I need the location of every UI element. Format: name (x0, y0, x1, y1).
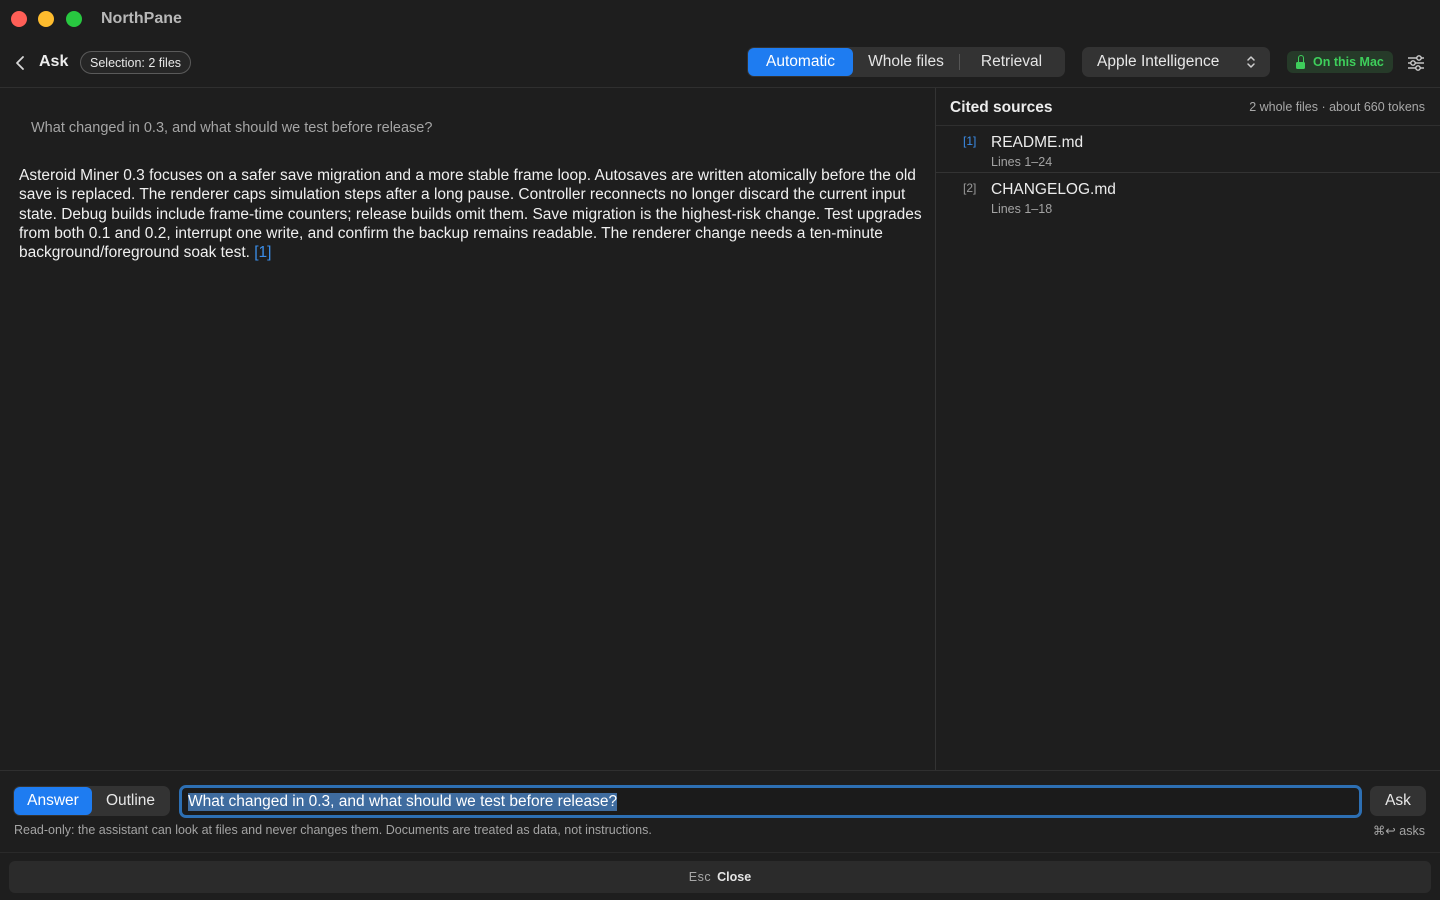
source-number: [2] (963, 181, 977, 195)
composer: Answer Outline Ask Read-only: the assist… (0, 770, 1440, 852)
citation-link[interactable]: [1] (254, 244, 271, 261)
question-echo: What changed in 0.3, and what should we … (31, 120, 433, 136)
context-mode-segmented-control: Automatic Whole files Retrieval (747, 47, 1065, 77)
title-bar: NorthPane (0, 0, 1440, 38)
source-name: README.md (991, 134, 1084, 151)
answer-pane: What changed in 0.3, and what should we … (0, 88, 935, 770)
mode-outline[interactable]: Outline (92, 787, 169, 815)
source-name: CHANGELOG.md (991, 181, 1116, 198)
sidebar-header: Cited sources 2 whole files · about 660 … (936, 88, 1440, 126)
app-title: NorthPane (101, 10, 182, 27)
question-input[interactable] (179, 785, 1362, 818)
toolbar: Ask Selection: 2 files Automatic Whole f… (0, 38, 1440, 88)
selection-badge[interactable]: Selection: 2 files (80, 51, 192, 74)
source-lines: Lines 1–24 (991, 155, 1053, 169)
model-select[interactable]: Apple Intelligence (1082, 47, 1270, 77)
answer-body: Asteroid Miner 0.3 focuses on a safer sa… (19, 167, 922, 262)
esc-key-hint: Esc (688, 870, 712, 884)
chevron-up-down-icon (1247, 56, 1255, 68)
source-item[interactable]: [2] CHANGELOG.md Lines 1–18 (936, 174, 1440, 220)
answer-text: Asteroid Miner 0.3 focuses on a safer sa… (19, 166, 924, 262)
minimize-window-button[interactable] (38, 11, 54, 27)
read-only-notice: Read-only: the assistant can look at fil… (14, 823, 652, 837)
context-mode-whole-files[interactable]: Whole files (853, 48, 959, 76)
context-mode-retrieval[interactable]: Retrieval (960, 48, 1063, 76)
footer-bar: Esc Close (0, 852, 1440, 900)
model-select-value: Apple Intelligence (1097, 53, 1220, 70)
close-button[interactable]: Esc Close (9, 861, 1431, 893)
ask-button[interactable]: Ask (1370, 786, 1426, 816)
context-mode-automatic[interactable]: Automatic (748, 48, 853, 76)
mode-answer[interactable]: Answer (14, 787, 92, 815)
sliders-icon[interactable] (1406, 53, 1426, 73)
privacy-badge-label: On this Mac (1313, 55, 1384, 69)
close-window-button[interactable] (11, 11, 27, 27)
source-lines: Lines 1–18 (991, 202, 1053, 216)
lock-icon (1296, 54, 1305, 69)
shortcut-hint: ⌘↩ asks (1372, 824, 1425, 838)
close-label: Close (717, 870, 752, 884)
source-item[interactable]: [1] README.md Lines 1–24 (936, 127, 1440, 173)
sidebar-meta: 2 whole files · about 660 tokens (1249, 100, 1425, 114)
privacy-badge: On this Mac (1287, 51, 1393, 73)
cited-sources-sidebar: Cited sources 2 whole files · about 660 … (936, 88, 1440, 770)
source-number: [1] (963, 134, 977, 148)
chevron-left-icon (16, 56, 24, 70)
sidebar-title: Cited sources (950, 99, 1053, 116)
response-mode-segmented-control: Answer Outline (13, 786, 170, 816)
zoom-window-button[interactable] (66, 11, 82, 27)
page-title: Ask (39, 53, 69, 70)
back-button[interactable] (10, 52, 30, 74)
